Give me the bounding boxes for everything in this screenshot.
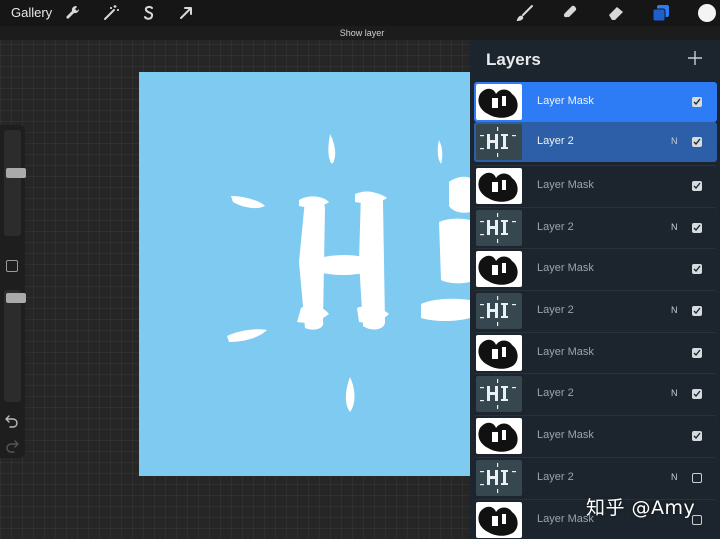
spark-left-top [231,196,265,209]
layer-row-mask[interactable]: Layer Mask [474,165,717,205]
visibility-checkbox[interactable] [692,97,702,107]
layer-row-layer[interactable]: Layer 2 N [474,207,717,247]
blend-mode-button[interactable]: N [671,305,678,315]
redo-icon[interactable] [4,437,20,453]
visibility-checkbox[interactable] [692,137,702,147]
canvas-artwork [227,134,470,412]
blend-mode-button[interactable]: N [671,388,678,398]
i-stem [439,218,470,284]
layers-icon[interactable] [651,3,671,23]
h-crossbar [319,255,367,275]
blend-mode-button[interactable]: N [671,136,678,146]
layer-name: Layer 2 [537,304,574,316]
layer-row-layer[interactable]: Layer 2 N [474,290,717,330]
color-picker-icon[interactable] [697,3,717,23]
layer-name: Layer 2 [537,221,574,233]
spark-bottom [345,377,355,412]
visibility-checkbox[interactable] [692,306,702,316]
layer-name: Layer Mask [537,346,594,358]
status-message: Show layer [339,28,385,38]
opacity-slider[interactable] [4,290,26,402]
layer-thumbnail[interactable] [476,460,522,496]
visibility-checkbox[interactable] [692,181,702,191]
gallery-button[interactable]: Gallery [11,5,52,20]
layer-name: Layer 2 [537,387,574,399]
layer-row-mask[interactable]: Layer Mask [474,82,717,122]
brush-icon[interactable] [515,3,535,23]
mask-thumbnail[interactable] [476,335,522,371]
layer-row-mask[interactable]: Layer Mask [474,248,717,288]
layers-title: Layers [486,50,541,69]
layer-thumbnail[interactable] [476,376,522,412]
mask-thumbnail[interactable] [476,168,522,204]
visibility-checkbox[interactable] [692,223,702,233]
visibility-checkbox[interactable] [692,431,702,441]
layer-name: Layer 2 [537,471,574,483]
layer-row-mask[interactable]: Layer Mask [474,332,717,372]
brush-size-thumb[interactable] [6,168,26,178]
visibility-checkbox[interactable] [692,348,702,358]
undo-icon[interactable] [4,412,20,428]
actions-icon[interactable] [63,3,83,23]
mask-thumbnail[interactable] [476,84,522,120]
mask-thumbnail[interactable] [476,502,522,538]
mask-thumbnail[interactable] [476,418,522,454]
layer-row-layer[interactable]: Layer 2 N [474,457,717,497]
smudge-icon[interactable] [561,3,581,23]
top-toolbar: Gallery [0,0,720,26]
spark-left-bottom [227,329,267,342]
opacity-thumb[interactable] [6,293,26,303]
i-top [449,176,470,213]
eraser-icon[interactable] [606,3,626,23]
layer-row-mask[interactable]: Layer Mask [474,415,717,455]
layer-name: Layer 2 [537,135,574,147]
layer-thumbnail[interactable] [476,293,522,329]
modify-button[interactable] [6,260,18,272]
layer-row-layer[interactable]: Layer 2 N [474,373,717,413]
visibility-checkbox[interactable] [692,389,702,399]
adjustments-icon[interactable] [101,3,121,23]
layer-name: Layer Mask [537,179,594,191]
brush-size-slider[interactable] [4,130,26,236]
layers-panel: Layers Layer Mask Layer 2 N Layer Mask Layer… [470,40,720,539]
layer-name: Layer Mask [537,429,594,441]
layer-thumbnail[interactable] [476,124,522,160]
add-layer-icon[interactable] [687,50,703,66]
left-sidebar [0,125,26,458]
drawing-canvas[interactable] [139,72,470,476]
visibility-checkbox[interactable] [692,264,702,274]
layer-thumbnail[interactable] [476,210,522,246]
watermark: 知乎 @Amy [586,497,696,519]
mask-thumbnail[interactable] [476,251,522,287]
i-bottom [421,298,470,321]
transform-icon[interactable] [176,3,196,23]
layer-name: Layer Mask [537,262,594,274]
visibility-checkbox[interactable] [692,473,702,483]
blend-mode-button[interactable]: N [671,222,678,232]
layer-name: Layer Mask [537,95,594,107]
layer-row-layer[interactable]: Layer 2 N [474,122,717,162]
blend-mode-button[interactable]: N [671,472,678,482]
selection-icon[interactable] [139,3,159,23]
